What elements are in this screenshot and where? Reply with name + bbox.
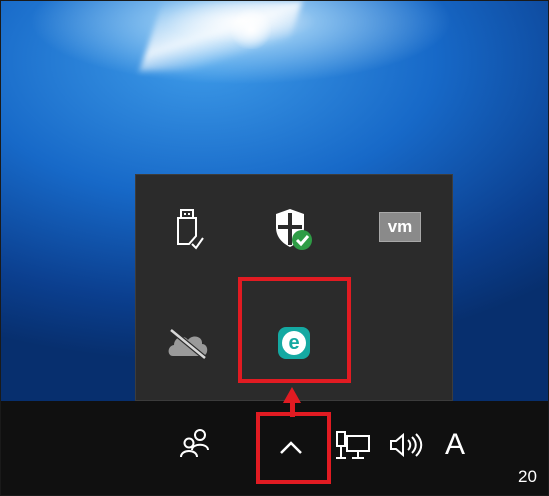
vmware-icon[interactable]: vm bbox=[370, 197, 430, 257]
volume-icon[interactable] bbox=[385, 423, 429, 467]
chevron-highlight-box bbox=[256, 412, 331, 484]
screenshot-frame: vm e A 20 bbox=[0, 0, 549, 496]
windows-security-icon[interactable] bbox=[264, 200, 324, 260]
onedrive-offline-icon[interactable] bbox=[158, 313, 218, 373]
red-arrow-head-icon bbox=[283, 387, 301, 403]
wallpaper-light-glow bbox=[231, 9, 271, 49]
usb-safely-remove-icon[interactable] bbox=[158, 200, 218, 260]
vmware-label: vm bbox=[379, 212, 421, 242]
ime-indicator[interactable]: A bbox=[435, 423, 475, 467]
network-icon[interactable] bbox=[331, 423, 375, 467]
clock-text[interactable]: 20 bbox=[518, 467, 537, 487]
eset-highlight-box bbox=[238, 277, 351, 383]
people-icon[interactable] bbox=[173, 421, 217, 465]
red-arrow-shaft bbox=[290, 403, 295, 417]
wallpaper-light-beam bbox=[139, 1, 303, 71]
